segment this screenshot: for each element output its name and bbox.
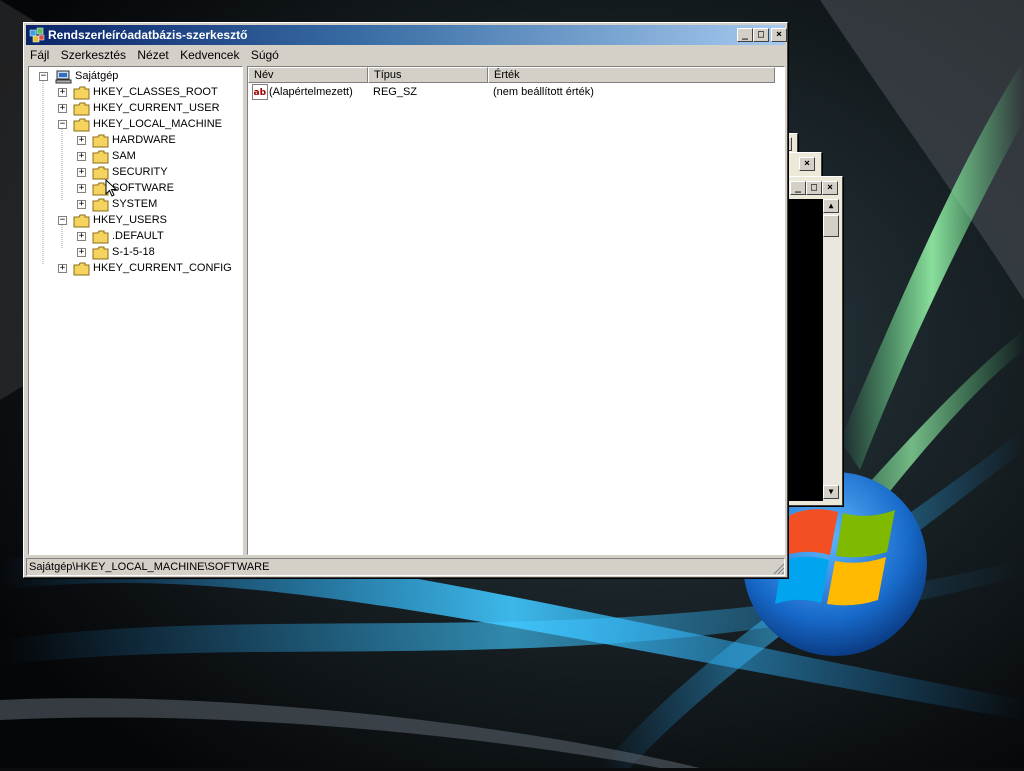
mouse-cursor-icon xyxy=(105,179,118,197)
folder-icon xyxy=(73,102,90,116)
expand-toggle[interactable]: + xyxy=(58,88,67,97)
scroll-up-arrow[interactable]: ▲ xyxy=(823,199,839,213)
value-name: (Alapértelmezett) xyxy=(269,86,353,98)
expand-toggle[interactable]: + xyxy=(77,184,86,193)
collapse-toggle[interactable]: − xyxy=(58,120,67,129)
tree-label: HKEY_CLASSES_ROOT xyxy=(93,86,218,98)
tree-label: SECURITY xyxy=(112,166,168,178)
console-output-area[interactable] xyxy=(787,199,823,501)
menu-bar: Fájl Szerkesztés Nézet Kedvencek Súgó xyxy=(26,46,785,65)
open-folder-icon xyxy=(73,214,90,228)
expand-toggle[interactable]: + xyxy=(77,248,86,257)
key-tree-pane[interactable]: − Sajátgép + HKEY_CLASSES_ROOT + HKEY_CU… xyxy=(28,66,243,555)
expand-toggle[interactable]: + xyxy=(77,152,86,161)
computer-icon xyxy=(55,70,72,84)
tree-label: Sajátgép xyxy=(75,70,119,82)
registry-editor-window[interactable]: Rendszerleíróadatbázis-szerkesztő _ □ × … xyxy=(23,22,788,578)
expand-toggle[interactable]: + xyxy=(77,200,86,209)
values-list-pane[interactable]: Név Típus Érték ab (Alapértelmezett) REG… xyxy=(247,66,785,555)
menu-file[interactable]: Fájl xyxy=(26,46,53,62)
folder-icon xyxy=(92,198,109,212)
console-maximize-button[interactable]: □ xyxy=(806,181,822,195)
regedit-app-icon xyxy=(29,27,45,43)
close-button[interactable]: × xyxy=(771,28,787,42)
collapse-toggle[interactable]: − xyxy=(58,216,67,225)
menu-edit[interactable]: Szerkesztés xyxy=(57,46,130,62)
folder-icon xyxy=(92,246,109,260)
expand-toggle[interactable]: + xyxy=(77,136,86,145)
expand-toggle[interactable]: + xyxy=(58,264,67,273)
tree-label: SYSTEM xyxy=(112,198,158,210)
console-scrollbar[interactable]: ▲ ▼ xyxy=(823,199,839,501)
expand-toggle[interactable]: + xyxy=(77,232,86,241)
maximize-button[interactable]: □ xyxy=(753,28,769,42)
title-bar[interactable]: Rendszerleíróadatbázis-szerkesztő _ □ × xyxy=(26,25,787,45)
scroll-thumb[interactable] xyxy=(823,215,839,237)
svg-text:ab: ab xyxy=(254,88,267,98)
tree-label: SAM xyxy=(112,150,136,162)
folder-icon xyxy=(92,230,109,244)
expand-toggle[interactable]: + xyxy=(77,168,86,177)
value-type: REG_SZ xyxy=(373,86,418,98)
folder-icon xyxy=(73,86,90,100)
window-title: Rendszerleíróadatbázis-szerkesztő xyxy=(48,28,248,42)
tree-label: HKEY_LOCAL_MACHINE xyxy=(93,118,222,130)
folder-icon xyxy=(92,166,109,180)
background-window-2-close-button[interactable]: × xyxy=(799,157,815,171)
folder-icon xyxy=(73,262,90,276)
expand-toggle[interactable]: + xyxy=(58,104,67,113)
tree-label: .DEFAULT xyxy=(112,230,164,242)
tree-label: S-1-5-18 xyxy=(112,246,155,258)
tree-label: HKEY_CURRENT_USER xyxy=(93,102,220,114)
status-path: Sajátgép\HKEY_LOCAL_MACHINE\SOFTWARE xyxy=(29,561,270,573)
console-minimize-button[interactable]: _ xyxy=(790,181,806,195)
tree-label: HARDWARE xyxy=(112,134,176,146)
tree-label: SOFTWARE xyxy=(112,182,174,194)
resize-grip-icon[interactable] xyxy=(773,563,785,575)
collapse-toggle[interactable]: − xyxy=(39,72,48,81)
tree-label: HKEY_CURRENT_CONFIG xyxy=(93,262,232,274)
folder-icon xyxy=(92,134,109,148)
status-bar: Sajátgép\HKEY_LOCAL_MACHINE\SOFTWARE xyxy=(26,558,785,576)
scroll-down-arrow[interactable]: ▼ xyxy=(823,485,839,499)
open-folder-icon xyxy=(73,118,90,132)
menu-favorites[interactable]: Kedvencek xyxy=(176,46,243,62)
table-row[interactable]: ab (Alapértelmezett) REG_SZ (nem beállít… xyxy=(248,67,778,103)
tree-label: HKEY_USERS xyxy=(93,214,167,226)
menu-help[interactable]: Súgó xyxy=(247,46,283,62)
string-value-icon: ab xyxy=(252,84,268,100)
folder-icon xyxy=(92,150,109,164)
value-data: (nem beállított érték) xyxy=(493,86,594,98)
console-close-button[interactable]: × xyxy=(822,181,838,195)
minimize-button[interactable]: _ xyxy=(737,28,753,42)
menu-view[interactable]: Nézet xyxy=(133,46,172,62)
